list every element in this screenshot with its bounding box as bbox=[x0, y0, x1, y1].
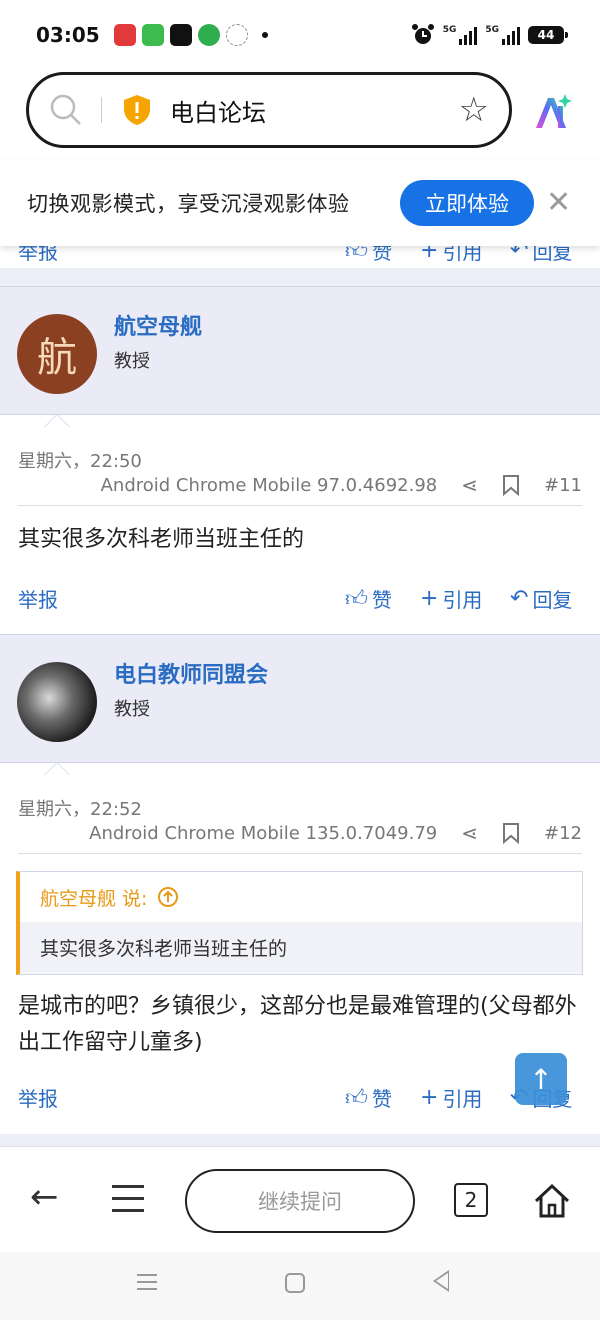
thumbs-up-icon: 👍︎ bbox=[345, 1086, 368, 1111]
bookmark-icon[interactable] bbox=[502, 822, 520, 844]
address-separator bbox=[101, 97, 102, 123]
quote-button[interactable]: + 引用 bbox=[420, 246, 482, 265]
reply-arrow-icon: ↶ bbox=[510, 586, 529, 611]
site-title: 电白论坛 bbox=[170, 98, 266, 127]
report-link[interactable]: 举报 bbox=[18, 246, 58, 265]
scroll-to-top-button[interactable]: ↑ bbox=[515, 1053, 567, 1105]
reply-arrow-icon: ↶ bbox=[510, 246, 529, 263]
user-agent: Android Chrome Mobile 97.0.4692.98 bbox=[100, 474, 438, 496]
post-body: 是城市的吧？乡镇很少，这部分也是最难管理的(父母都外出工作留守儿童多) bbox=[18, 994, 577, 1055]
status-time: 03:05 bbox=[36, 23, 100, 47]
browser-toolbar: 电白论坛 ☆ bbox=[0, 70, 600, 160]
more-notifications-dot bbox=[261, 32, 268, 38]
plus-icon: + bbox=[420, 1085, 439, 1110]
alarm-icon bbox=[411, 24, 434, 44]
plus-icon: + bbox=[420, 246, 439, 263]
like-button[interactable]: 👍︎ 赞 bbox=[345, 246, 392, 265]
jump-up-icon[interactable] bbox=[157, 886, 179, 908]
username[interactable]: 航空母舰 bbox=[114, 309, 202, 341]
post-body: 其实很多次科老师当班主任的 bbox=[18, 527, 305, 552]
post-11: 航 航空母舰 教授 星期六，22:50 Android Chrome Mobil… bbox=[0, 286, 600, 636]
try-now-button[interactable]: 立即体验 bbox=[400, 180, 534, 226]
menu-icon[interactable] bbox=[112, 1185, 144, 1221]
bookmark-star-icon[interactable]: ☆ bbox=[459, 90, 489, 130]
continue-ask-input[interactable]: 继续提问 bbox=[185, 1169, 415, 1233]
user-header: 电白教师同盟会 教授 bbox=[0, 635, 600, 775]
user-role: 教授 bbox=[114, 351, 150, 372]
shield-icon bbox=[124, 95, 150, 125]
post-number[interactable]: #12 bbox=[544, 823, 582, 844]
reply-button[interactable]: ↶回复 bbox=[510, 246, 572, 265]
back-triangle-icon[interactable] bbox=[433, 1270, 449, 1292]
messages-app-icon bbox=[141, 24, 164, 46]
back-arrow-icon[interactable]: ← bbox=[30, 1177, 59, 1217]
status-indicators: 5G 5G 44 bbox=[411, 23, 568, 47]
thread-content: 举报 👍︎ 赞 + 引用 ↶ 回复 航 航空母舰 教授 星期六，22:50 Andro… bbox=[0, 246, 600, 1146]
tabs-button[interactable]: 2 bbox=[454, 1183, 488, 1217]
system-nav-bar bbox=[0, 1252, 600, 1320]
meta-divider bbox=[18, 505, 582, 506]
thumbs-up-icon: 👍︎ bbox=[345, 587, 368, 612]
user-header: 航 航空母舰 教授 bbox=[0, 287, 600, 427]
quote-block: 航空母舰 说: 其实很多次科老师当班主任的 bbox=[16, 871, 583, 975]
report-link[interactable]: 举报 bbox=[18, 1083, 58, 1112]
close-icon[interactable]: ✕ bbox=[546, 186, 571, 220]
status-bar: 03:05 5G 5G 44 bbox=[0, 0, 600, 70]
home-icon[interactable] bbox=[532, 1181, 572, 1221]
quote-button[interactable]: + 引用 bbox=[420, 584, 482, 613]
user-agent: Android Chrome Mobile 135.0.7049.79 bbox=[89, 822, 438, 844]
quote-header[interactable]: 航空母舰 说: bbox=[20, 872, 582, 922]
plus-icon: + bbox=[420, 586, 439, 611]
post-time: 星期六，22:50 bbox=[18, 451, 142, 472]
signal-icon-1: 5G bbox=[443, 25, 478, 45]
tiktok-app-icon bbox=[169, 24, 192, 46]
avatar[interactable]: 航 bbox=[17, 314, 97, 394]
username[interactable]: 电白教师同盟会 bbox=[114, 657, 268, 689]
battery-icon: 44 bbox=[528, 26, 568, 44]
like-button[interactable]: 👍︎ 赞 bbox=[345, 584, 392, 613]
home-square-icon[interactable] bbox=[285, 1273, 305, 1293]
header-pointer bbox=[44, 414, 70, 427]
clock-app-icon bbox=[225, 24, 248, 46]
post-time: 星期六，22:52 bbox=[18, 799, 142, 820]
report-link[interactable]: 举报 bbox=[18, 584, 58, 613]
previous-post-actions: 举报 👍︎ 赞 + 引用 ↶ 回复 bbox=[0, 246, 600, 268]
like-button[interactable]: 👍︎ 赞 bbox=[345, 1083, 392, 1112]
post-12: 电白教师同盟会 教授 星期六，22:52 Android Chrome Mobi… bbox=[0, 634, 600, 1134]
meta-divider bbox=[18, 853, 582, 854]
user-role: 教授 bbox=[114, 699, 150, 720]
browser-bottom-nav: ← 继续提问 2 bbox=[0, 1146, 600, 1252]
quote-author[interactable]: 航空母舰 说: bbox=[40, 884, 147, 911]
quote-text: 其实很多次科老师当班主任的 bbox=[20, 922, 582, 972]
header-pointer bbox=[44, 762, 70, 775]
post-meta: Android Chrome Mobile 97.0.4692.98 ⋖ #11 bbox=[101, 473, 582, 497]
arrow-up-icon: ↑ bbox=[529, 1062, 553, 1096]
address-bar[interactable]: 电白论坛 ☆ bbox=[26, 72, 512, 148]
share-icon[interactable]: ⋖ bbox=[461, 821, 478, 845]
search-icon[interactable] bbox=[49, 93, 83, 127]
quote-button[interactable]: + 引用 bbox=[420, 1083, 482, 1112]
banner-text: 切换观影模式，享受沉浸观影体验 bbox=[27, 192, 350, 216]
share-icon[interactable]: ⋖ bbox=[461, 473, 478, 497]
thumbs-up-icon: 👍︎ bbox=[345, 246, 368, 264]
signal-icon-2: 5G bbox=[485, 25, 520, 45]
reply-button[interactable]: ↶回复 bbox=[510, 584, 572, 613]
news-app-icon bbox=[113, 24, 136, 46]
security-app-icon bbox=[197, 24, 220, 46]
post-number[interactable]: #11 bbox=[544, 475, 582, 496]
avatar[interactable] bbox=[17, 662, 97, 742]
ai-assistant-icon[interactable] bbox=[532, 92, 572, 132]
recent-apps-icon[interactable] bbox=[137, 1274, 157, 1295]
post-meta: Android Chrome Mobile 135.0.7049.79 ⋖ #1… bbox=[89, 821, 582, 845]
viewing-mode-banner: 切换观影模式，享受沉浸观影体验 立即体验 ✕ bbox=[0, 160, 600, 246]
bookmark-icon[interactable] bbox=[502, 474, 520, 496]
